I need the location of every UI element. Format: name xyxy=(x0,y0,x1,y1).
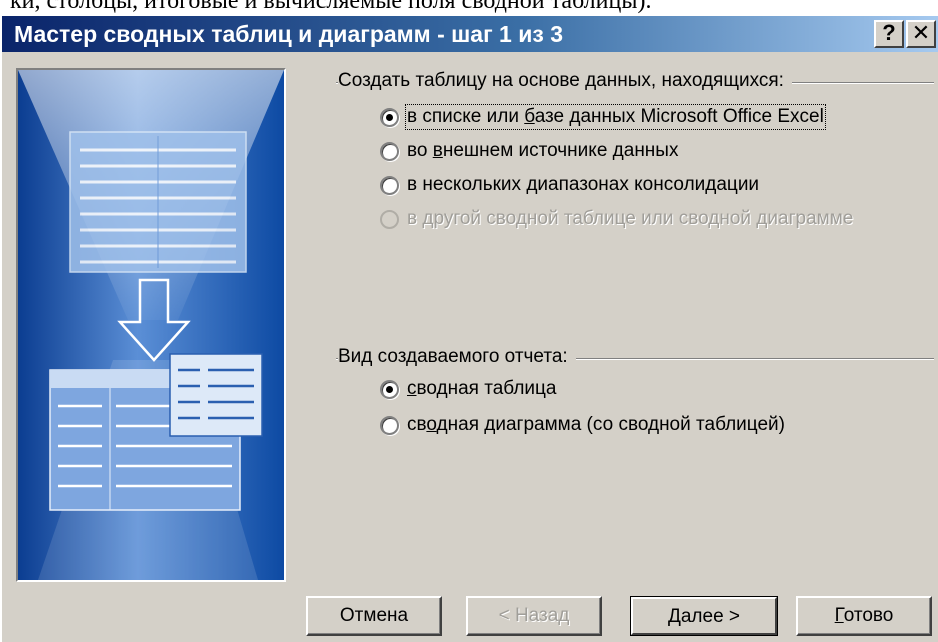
radio-label: во внешнем источнике данных xyxy=(407,140,679,161)
close-icon: ✕ xyxy=(911,20,931,45)
source-option-3[interactable]: в нескольких диапазонах консолидации xyxy=(380,170,759,200)
window-title: Мастер сводных таблиц и диаграмм - шаг 1… xyxy=(14,21,563,47)
radio-label: сводная диаграмма (со сводной таблицей) xyxy=(407,414,785,435)
source-option-1[interactable]: в списке или базе данных Microsoft Offic… xyxy=(380,102,826,132)
radio-label: в другой сводной таблице или сводной диа… xyxy=(407,208,854,229)
title-bar[interactable]: Мастер сводных таблиц и диаграмм - шаг 1… xyxy=(2,16,938,52)
back-button: < Назад xyxy=(466,596,602,636)
radio-label: в нескольких диапазонах консолидации xyxy=(407,174,760,195)
pivot-illustration-graphic xyxy=(18,70,284,580)
radio-button[interactable] xyxy=(380,107,399,127)
radio-label: в списке или базе данных Microsoft Offic… xyxy=(405,104,826,130)
source-table-icon xyxy=(69,131,247,273)
finish-button[interactable]: Готово xyxy=(796,596,932,636)
source-option-2[interactable]: во внешнем источнике данных xyxy=(380,136,678,166)
pivot-table-icon xyxy=(49,353,263,511)
report-option-2[interactable]: сводная диаграмма (со сводной таблицей) xyxy=(380,410,785,440)
help-icon: ? xyxy=(882,20,896,45)
cancel-button[interactable]: Отмена xyxy=(306,596,442,636)
next-button[interactable]: Далее > xyxy=(630,596,778,636)
document-text-fragment: ки, столбцы, итоговые и вычисляемые поля… xyxy=(10,0,652,14)
source-group-label-overlay: Создать таблицу на основе данных, находя… xyxy=(338,70,792,92)
radio-button[interactable] xyxy=(380,141,399,161)
radio-button[interactable] xyxy=(380,379,399,399)
report-option-1[interactable]: сводная таблица xyxy=(380,374,556,404)
radio-button xyxy=(380,209,399,229)
close-button[interactable]: ✕ xyxy=(906,20,936,48)
source-option-4: в другой сводной таблице или сводной диа… xyxy=(380,204,853,234)
wizard-illustration xyxy=(16,68,286,582)
radio-label: сводная таблица xyxy=(407,378,557,399)
report-group-label: Вид создаваемого отчета: xyxy=(338,346,576,368)
radio-button[interactable] xyxy=(380,175,399,195)
radio-button[interactable] xyxy=(380,415,399,435)
pivot-wizard-dialog: Мастер сводных таблиц и диаграмм - шаг 1… xyxy=(0,16,938,642)
help-button[interactable]: ? xyxy=(874,20,904,48)
